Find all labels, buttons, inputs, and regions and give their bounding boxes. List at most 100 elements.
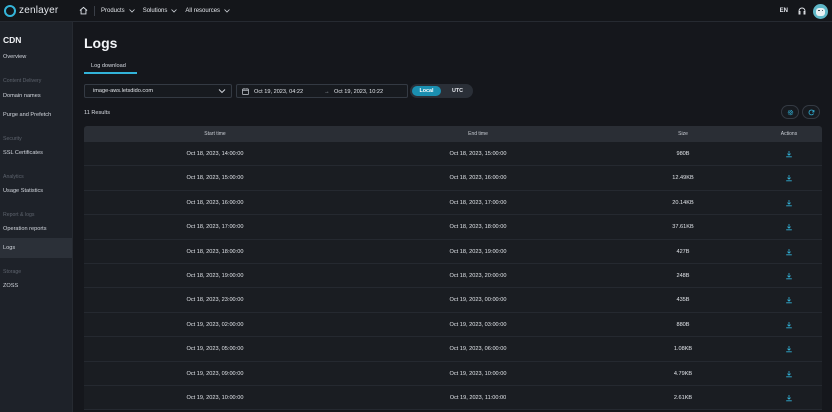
nav-all-resources-label: All resources [185,7,221,14]
cell-size: 1.08KB [673,346,693,353]
timezone-toggle: Local UTC [410,84,473,98]
download-icon[interactable] [785,394,793,402]
top-bar: zenlayer Products Solutions All resource… [0,0,832,22]
nav-products-label: Products [101,7,125,14]
date-range-picker[interactable]: Oct 19, 2023, 04:22 → Oct 19, 2023, 10:2… [236,84,408,98]
cell-size: 435B [676,297,690,304]
download-icon[interactable] [785,272,793,280]
table-row: Oct 19, 2023, 10:00:00 Oct 19, 2023, 11:0… [84,385,822,411]
cell-start-time: Oct 18, 2023, 17:00:00 [186,224,244,231]
download-icon[interactable] [785,150,793,158]
cell-start-time: Oct 18, 2023, 18:00:00 [186,248,244,255]
cell-end-time: Oct 19, 2023, 11:00:00 [449,394,507,401]
table-header: Start time End time Size Actions [84,126,822,142]
cell-end-time: Oct 18, 2023, 19:00:00 [449,248,507,255]
nav-solutions-label: Solutions [142,7,168,14]
header-start-time: Start time [204,131,226,137]
cell-end-time: Oct 18, 2023, 17:00:00 [449,199,507,206]
download-icon[interactable] [785,296,793,304]
cell-start-time: Oct 19, 2023, 10:00:00 [186,394,244,401]
cell-size: 20.14KB [672,199,694,206]
sidebar-item-ssl-certificates[interactable]: SSL Certificates [3,150,43,156]
refresh-button[interactable] [802,105,820,119]
cell-end-time: Oct 18, 2023, 18:00:00 [449,224,507,231]
sidebar-group-analytics: Analytics [3,174,24,180]
user-avatar[interactable] [813,3,828,19]
table-row: Oct 18, 2023, 16:00:00 Oct 18, 2023, 17:0… [84,190,822,216]
sidebar-group-security: Security [3,136,22,142]
cell-end-time: Oct 18, 2023, 15:00:00 [449,151,507,157]
table-row: Oct 18, 2023, 17:00:00 Oct 18, 2023, 18:0… [84,215,822,240]
calendar-icon [242,88,249,95]
cell-size: 37.61KB [672,224,694,231]
cell-start-time: Oct 18, 2023, 15:00:00 [186,175,244,182]
chevron-down-icon [171,8,178,13]
sidebar-item-operation-reports[interactable]: Operation reports [3,226,47,232]
cell-start-time: Oct 18, 2023, 19:00:00 [186,272,244,279]
cell-start-time: Oct 19, 2023, 02:00:00 [186,321,244,328]
domain-select-value: image-aws.letsdido.com [93,88,154,94]
language-switch[interactable]: EN [780,8,788,14]
cell-start-time: Oct 19, 2023, 05:00:00 [186,346,244,353]
download-icon[interactable] [785,345,793,353]
cell-end-time: Oct 18, 2023, 20:00:00 [449,272,507,279]
download-icon[interactable] [785,174,793,182]
cell-start-time: Oct 18, 2023, 23:00:00 [186,297,244,304]
page-title: Logs [84,35,118,51]
settings-button[interactable] [781,105,799,119]
headset-support-icon[interactable] [797,6,807,16]
download-icon[interactable] [785,321,793,329]
download-icon[interactable] [785,370,793,378]
download-icon[interactable] [785,199,793,207]
cell-size: 427B [676,248,690,255]
cell-size: 980B [676,151,690,157]
start-date-value[interactable]: Oct 19, 2023, 04:22 [254,89,303,95]
refresh-icon [808,109,814,115]
table-row: Oct 19, 2023, 09:00:00 Oct 19, 2023, 10:0… [84,361,822,386]
chevron-down-icon [224,8,230,13]
cell-start-time: Oct 18, 2023, 16:00:00 [186,199,244,206]
header-end-time: End time [468,131,488,137]
cell-size: 12.49KB [672,175,694,182]
download-icon[interactable] [785,248,793,256]
logo-text: zenlayer [19,5,59,16]
sidebar-item-overview[interactable]: Overview [3,54,26,60]
chevron-down-icon [128,8,135,13]
chevron-down-icon [218,89,226,94]
nav-solutions[interactable]: Solutions [143,8,178,14]
tab-active-underline [84,72,137,74]
sidebar-item-usage-statistics[interactable]: Usage Statistics [3,188,43,194]
nav-all-resources[interactable]: All resources [185,8,230,14]
cell-size: 2.61KB [673,394,693,401]
table-row: Oct 18, 2023, 14:00:00 Oct 18, 2023, 15:0… [84,142,822,167]
timezone-utc-button[interactable]: UTC [444,86,471,96]
download-icon[interactable] [785,223,793,231]
range-arrow: → [324,88,330,95]
zenlayer-logo[interactable]: zenlayer [4,4,68,17]
end-date-value[interactable]: Oct 19, 2023, 10:22 [334,89,383,95]
cell-start-time: Oct 19, 2023, 09:00:00 [186,370,244,377]
table-row: Oct 19, 2023, 05:00:00 Oct 19, 2023, 06:0… [84,337,822,362]
nav-products[interactable]: Products [101,8,135,14]
sidebar-title: CDN [3,35,22,45]
timezone-local-button[interactable]: Local [412,86,441,96]
nav-divider [94,5,95,16]
cell-end-time: Oct 19, 2023, 10:00:00 [449,370,507,377]
cell-size: 880B [676,321,690,328]
sidebar-item-zoss[interactable]: ZOSS [3,283,18,289]
sidebar-group-storage: Storage [3,269,22,275]
sidebar: CDN Overview Content Delivery Domain nam… [0,22,73,412]
table-row: Oct 19, 2023, 02:00:00 Oct 19, 2023, 03:0… [84,312,822,338]
sidebar-group-report-logs: Report & logs [3,212,35,218]
header-size: Size [678,131,688,137]
domain-select[interactable]: image-aws.letsdido.com [84,84,232,98]
table-row: Oct 18, 2023, 18:00:00 Oct 18, 2023, 19:0… [84,239,822,264]
logs-table: Start time End time Size Actions Oct 18,… [84,126,822,411]
sidebar-item-domain-names[interactable]: Domain names [3,93,41,99]
sidebar-item-purge-prefetch[interactable]: Purge and Prefetch [3,112,51,118]
cell-end-time: Oct 19, 2023, 00:00:00 [449,297,507,304]
home-icon[interactable] [78,6,88,16]
sidebar-item-logs[interactable]: Logs [3,245,15,251]
logo-ring-icon [4,4,16,17]
sidebar-group-content-delivery: Content Delivery [3,78,42,84]
